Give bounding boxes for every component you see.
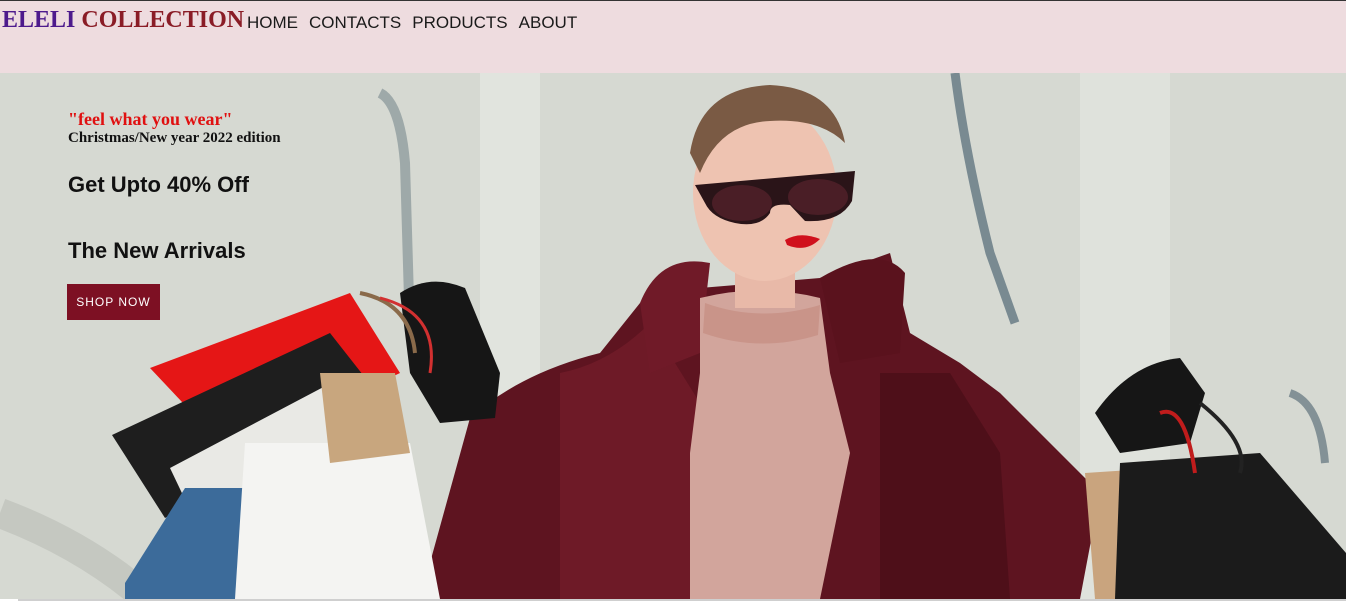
- hero-offer-heading: Get Upto 40% Off: [68, 172, 249, 197]
- shop-now-button[interactable]: SHOP NOW: [67, 284, 160, 320]
- hero-banner: [0, 73, 1346, 599]
- brand-name-part2: COLLECTION: [81, 7, 245, 33]
- hero-edition: Christmas/New year 2022 edition: [68, 130, 281, 146]
- nav-home[interactable]: HOME: [247, 13, 298, 33]
- site-header: ELELI COLLECTION HOME CONTACTS PRODUCTS …: [0, 0, 1346, 73]
- hero-arrivals-heading: The New Arrivals: [68, 238, 246, 263]
- nav-contacts[interactable]: CONTACTS: [309, 13, 401, 33]
- hero-tagline: "feel what you wear": [68, 109, 233, 129]
- nav-products[interactable]: PRODUCTS: [412, 13, 507, 33]
- main-nav: HOME CONTACTS PRODUCTS ABOUT: [247, 13, 577, 33]
- brand-logo[interactable]: ELELI COLLECTION: [2, 7, 244, 34]
- nav-about[interactable]: ABOUT: [519, 13, 578, 33]
- hero-photo-woman-shopping: [0, 73, 1346, 599]
- brand-name-part1: ELELI: [2, 7, 76, 33]
